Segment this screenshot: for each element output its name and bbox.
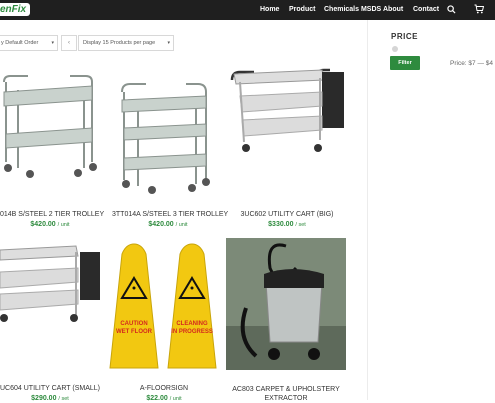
price-unit: / unit — [175, 222, 188, 228]
product-title[interactable]: 014B S/STEEL 2 TIER TROLLEY — [0, 211, 104, 218]
product-card[interactable]: CAUTION WET FLOOR CLEANING IN PROGRESS A-F… — [104, 240, 226, 402]
products-per-page-label: Display 15 Products per page — [83, 40, 156, 46]
product-image[interactable] — [0, 242, 102, 324]
product-card[interactable]: 014B S/STEEL 2 TIER TROLLEY $420.00 / un… — [0, 70, 110, 230]
price-amount: $290.00 — [31, 395, 57, 402]
pager-previous-button[interactable]: ‹ — [61, 35, 77, 51]
nav-contact[interactable]: Contact — [413, 0, 439, 20]
price-amount: $330.00 — [268, 221, 294, 228]
product-title-line: EXTRACTOR — [264, 395, 308, 402]
nav-about[interactable]: About — [383, 0, 403, 20]
price-filter-title: PRICE — [391, 32, 418, 41]
product-price: $290.00 / set — [0, 395, 100, 402]
top-navigation-bar: enFix Home Product Chemicals MSDS About … — [0, 0, 495, 20]
product-price: $330.00 / set — [226, 221, 348, 228]
search-icon[interactable] — [447, 5, 456, 14]
product-title[interactable]: 3UC602 UTILITY CART (BIG) — [226, 211, 348, 218]
filter-button[interactable]: Filter — [390, 56, 420, 70]
price-unit: / unit — [169, 396, 182, 402]
cart-icon[interactable] — [474, 4, 484, 14]
nav-chemicals-msds[interactable]: Chemicals MSDS — [324, 0, 381, 20]
product-price: $420.00 / unit — [0, 221, 100, 228]
price-range-text: Price: $7 — $4 — [450, 60, 493, 67]
price-unit: / set — [295, 222, 306, 228]
price-amount: $22.00 — [146, 395, 168, 402]
sort-order-select[interactable]: y Default Order ▾ — [0, 35, 58, 51]
product-price: $420.00 / unit — [112, 221, 224, 228]
sign-text-right: CLEANING IN PROGRESS — [171, 321, 213, 335]
price-amount: $420.00 — [30, 221, 56, 228]
product-image[interactable] — [116, 78, 214, 196]
chevron-down-icon: ▾ — [167, 40, 170, 46]
product-title[interactable]: AC803 CARPET & UPHOLSTERY EXTRACTOR — [226, 385, 346, 403]
nav-home[interactable]: Home — [260, 0, 279, 20]
nav-product[interactable]: Product — [289, 0, 315, 20]
product-title[interactable]: A-FLOORSIGN — [104, 385, 224, 392]
price-unit: / unit — [57, 222, 70, 228]
product-price: $22.00 / unit — [104, 395, 224, 402]
product-card[interactable]: UC604 UTILITY CART (SMALL) $290.00 / set — [0, 242, 110, 402]
product-card[interactable]: AC803 CARPET & UPHOLSTERY EXTRACTOR — [226, 238, 348, 403]
product-title[interactable]: UC604 UTILITY CART (SMALL) — [0, 385, 100, 392]
sort-order-label: y Default Order — [1, 40, 39, 46]
product-card[interactable]: 3TT014A S/STEEL 3 TIER TROLLEY $420.00 /… — [112, 70, 228, 230]
product-image[interactable] — [0, 70, 100, 182]
site-logo[interactable]: enFix — [0, 3, 31, 16]
product-card[interactable]: 3UC602 UTILITY CART (BIG) $330.00 / set — [226, 66, 348, 230]
product-image[interactable] — [226, 238, 346, 370]
sign-text-left: CAUTION WET FLOOR — [116, 321, 152, 335]
price-amount: $420.00 — [148, 221, 174, 228]
price-slider-handle[interactable] — [392, 46, 398, 52]
chevron-down-icon: ▾ — [51, 40, 54, 46]
product-title[interactable]: 3TT014A S/STEEL 3 TIER TROLLEY — [112, 211, 228, 218]
price-unit: / set — [58, 396, 69, 402]
sidebar-divider — [367, 20, 368, 400]
product-image[interactable] — [226, 66, 348, 158]
product-image[interactable]: CAUTION WET FLOOR CLEANING IN PROGRESS — [104, 240, 224, 372]
products-per-page-select[interactable]: Display 15 Products per page ▾ — [78, 35, 174, 51]
product-title-line: AC803 CARPET & UPHOLSTERY — [232, 386, 340, 393]
